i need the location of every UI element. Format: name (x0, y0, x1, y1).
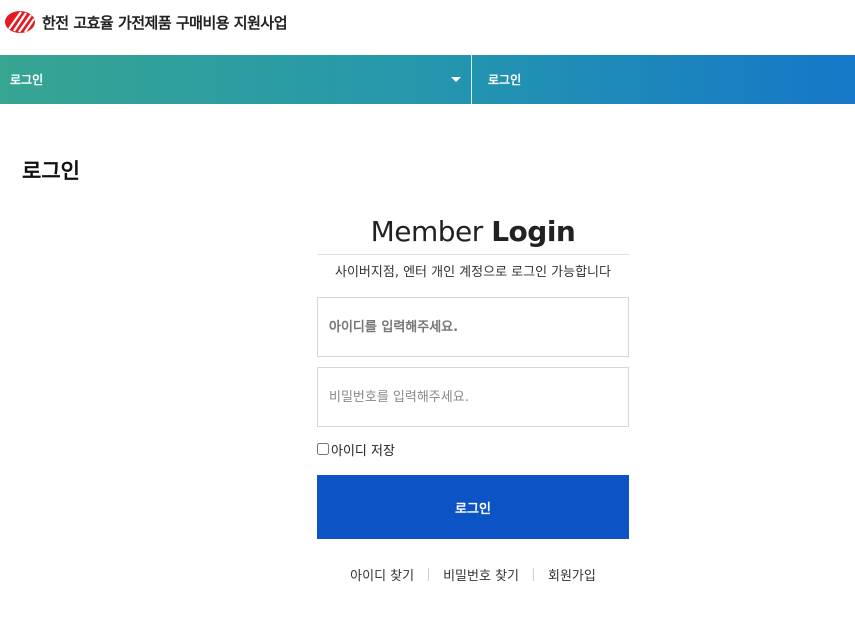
login-form: Member Login 사이버지점, 엔터 개인 계정으로 로그인 가능합니다… (317, 210, 629, 584)
logo-text: 한전 고효율 가전제품 구매비용 지원사업 (42, 13, 288, 32)
page-title: 로그인 (22, 159, 80, 183)
login-heading: Member Login (317, 210, 629, 255)
nav-current-page[interactable]: 로그인 (472, 55, 855, 104)
remember-id-checkbox[interactable] (317, 443, 329, 455)
password-input[interactable] (317, 367, 629, 427)
user-id-input[interactable] (317, 297, 629, 357)
login-description: 사이버지점, 엔터 개인 계정으로 로그인 가능합니다 (335, 265, 611, 280)
find-id-link[interactable]: 아이디 찾기 (336, 565, 428, 584)
login-heading-light: Member (370, 215, 484, 248)
site-logo[interactable]: 한전 고효율 가전제품 구매비용 지원사업 (4, 10, 288, 34)
remember-id-label: 아이디 저장 (331, 443, 395, 459)
account-links: 아이디 찾기 비밀번호 찾기 회원가입 (317, 565, 629, 584)
login-heading-bold: Login (491, 215, 576, 248)
nav-right-label: 로그인 (488, 73, 522, 87)
kepco-logo-icon (5, 11, 35, 33)
login-button[interactable]: 로그인 (317, 475, 629, 539)
nav-menu-dropdown[interactable]: 로그인 (0, 55, 472, 104)
remember-id[interactable]: 아이디 저장 (317, 439, 629, 459)
nav-bar: 로그인 로그인 (0, 55, 855, 104)
site-header: 한전 고효율 가전제품 구매비용 지원사업 (0, 0, 855, 55)
find-password-link[interactable]: 비밀번호 찾기 (429, 565, 533, 584)
caret-down-icon (451, 77, 461, 82)
nav-left-label: 로그인 (10, 73, 44, 87)
signup-link[interactable]: 회원가입 (534, 565, 610, 584)
